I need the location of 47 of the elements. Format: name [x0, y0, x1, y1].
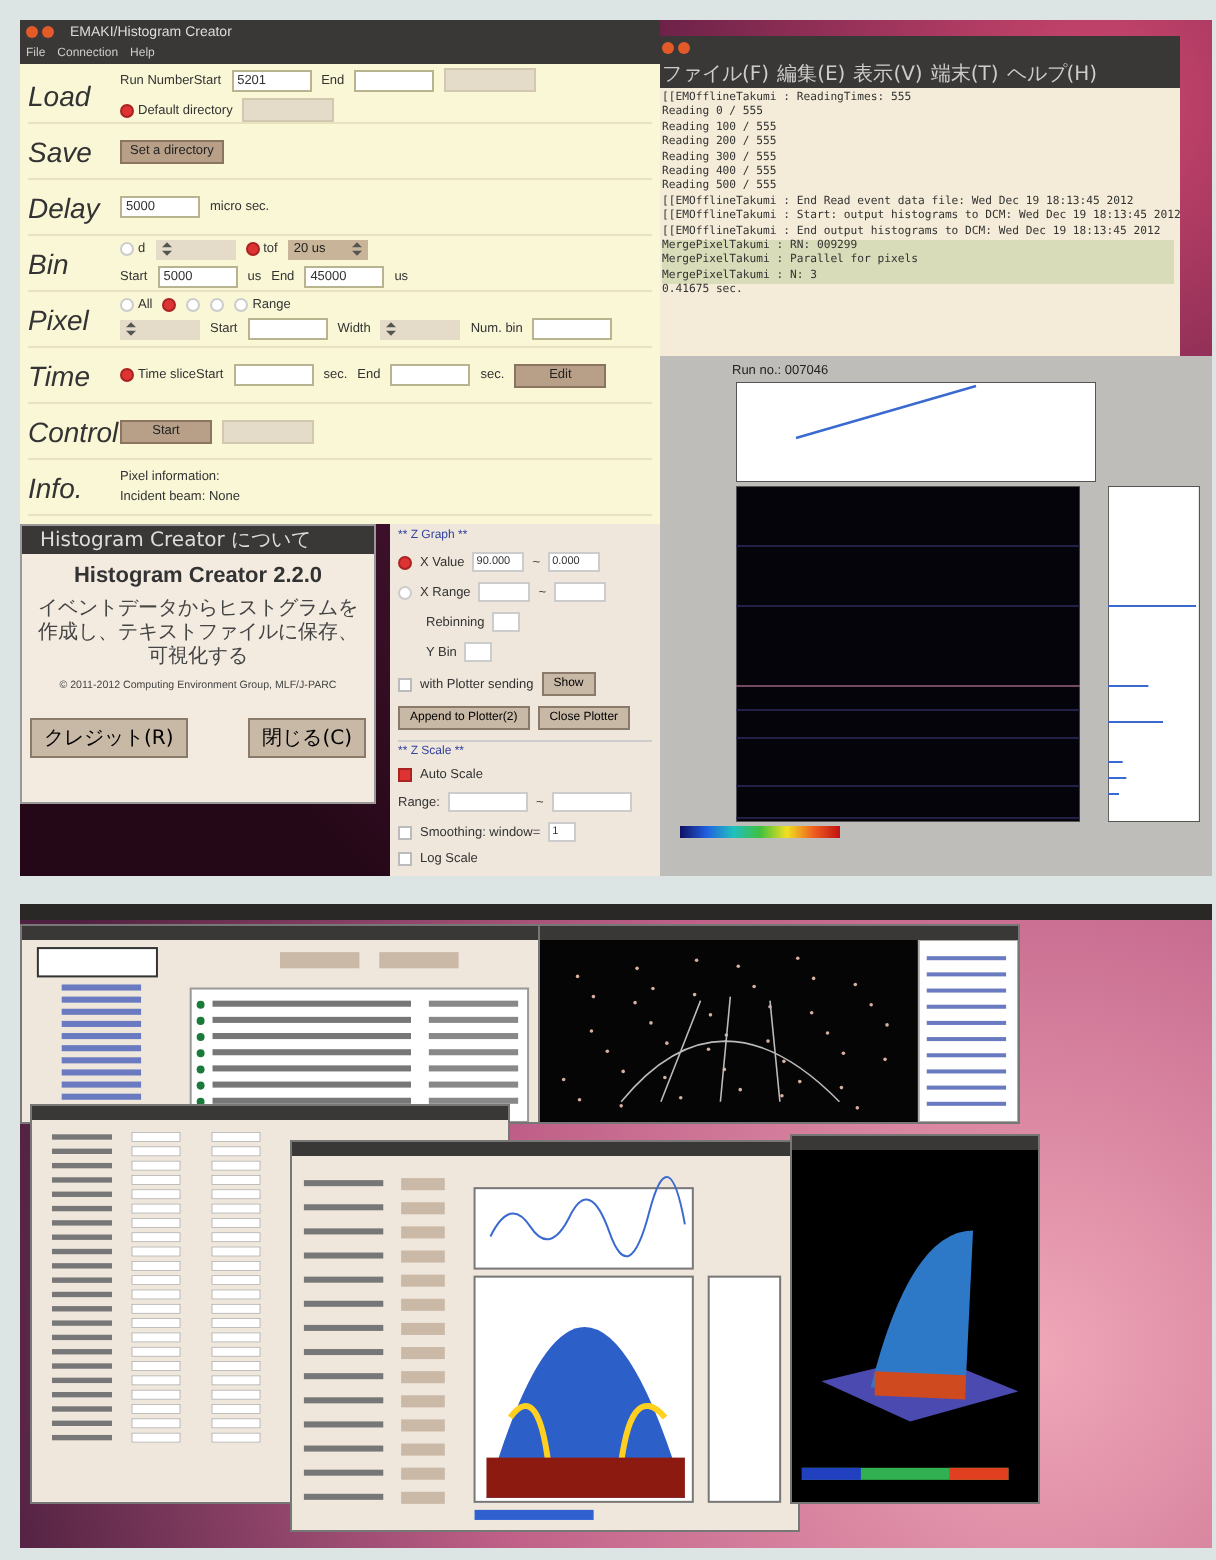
color-scale-bar	[474, 1509, 594, 1520]
section-label: Delay	[28, 191, 103, 223]
checkbox[interactable]	[398, 768, 412, 782]
radio-button[interactable]	[120, 103, 134, 117]
dialog-title: Histogram Creator について	[40, 528, 312, 554]
input-field[interactable]	[554, 582, 607, 602]
spinner-arrows-icon	[126, 322, 136, 336]
input-field[interactable]	[390, 364, 471, 386]
menu-item[interactable]: 表示(V)	[853, 60, 923, 88]
checkbox[interactable]	[398, 677, 412, 691]
input-field[interactable]	[447, 792, 528, 812]
dialog-button[interactable]: クレジット(R)	[30, 718, 188, 758]
menu-item[interactable]: 編集(E)	[777, 60, 846, 88]
minimize-icon[interactable]	[678, 42, 690, 54]
app-name-heading: Histogram Creator 2.2.0	[73, 564, 323, 588]
section-label: Control	[28, 415, 120, 447]
radio-button[interactable]	[398, 555, 412, 569]
section-label: Load	[28, 79, 93, 111]
section-label: Info.	[28, 471, 85, 503]
spinner-arrows-icon	[351, 242, 362, 256]
spinner-arrows-icon	[386, 322, 397, 336]
section-label: Bin	[28, 247, 71, 279]
section-label: Save	[28, 135, 94, 167]
dialog-button[interactable]: 閉じる(C)	[248, 718, 366, 758]
input-field[interactable]	[354, 69, 435, 91]
radio-button[interactable]	[162, 298, 177, 312]
checkbox[interactable]	[398, 852, 412, 866]
description-text: イベントデータからヒストグラムを作成し、テキストファイルに保存、可視化する	[36, 598, 360, 670]
input-field[interactable]	[247, 318, 328, 340]
input-field[interactable]	[478, 582, 531, 602]
radio-button[interactable]	[245, 242, 260, 256]
close-icon[interactable]	[26, 26, 38, 38]
spinner-arrows-icon	[161, 242, 172, 256]
checkbox[interactable]	[398, 825, 412, 839]
close-icon[interactable]	[662, 42, 674, 54]
menu-item[interactable]: ヘルプ(H)	[1006, 60, 1098, 88]
minimize-icon[interactable]	[42, 26, 54, 38]
radio-button[interactable]	[120, 368, 134, 382]
menu-item[interactable]: 端末(T)	[930, 60, 999, 88]
menu-item[interactable]: ファイル(F)	[662, 60, 770, 88]
section-label: Time	[28, 359, 92, 391]
input-field[interactable]	[464, 642, 493, 662]
section-label: Pixel	[28, 303, 92, 335]
input-field[interactable]	[492, 612, 521, 632]
input-field[interactable]	[233, 364, 314, 386]
input-field[interactable]	[551, 792, 632, 812]
input-field[interactable]	[532, 318, 613, 340]
